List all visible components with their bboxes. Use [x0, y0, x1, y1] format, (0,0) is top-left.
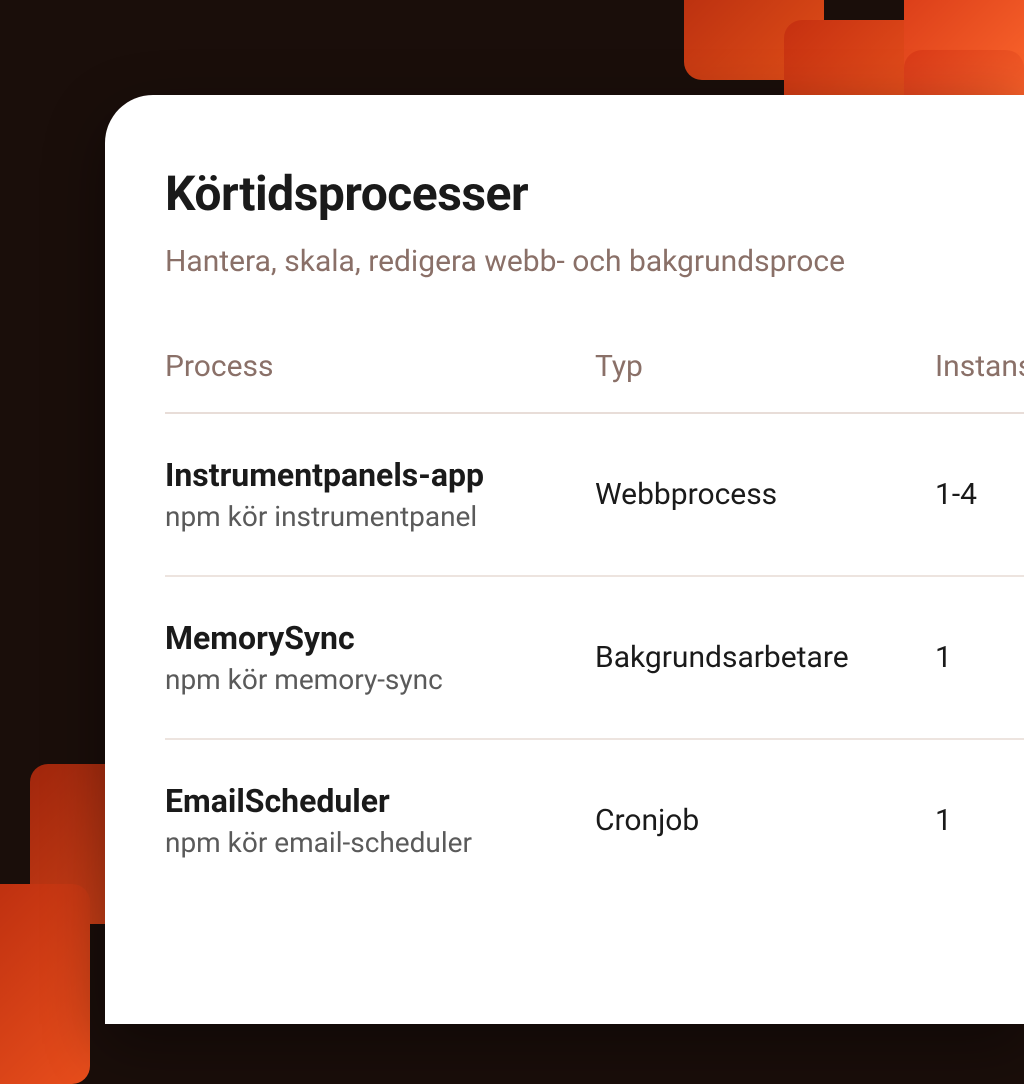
process-name: EmailScheduler: [165, 782, 595, 820]
process-command: npm kör instrumentpanel: [165, 500, 595, 533]
table-header: Process Typ Instans: [165, 349, 1024, 414]
page-title: Körtidsprocesser: [165, 165, 1024, 222]
table-row[interactable]: EmailScheduler npm kör email-scheduler C…: [165, 740, 1024, 901]
table-row[interactable]: Instrumentpanels-app npm kör instrumentp…: [165, 414, 1024, 577]
table-row[interactable]: MemorySync npm kör memory-sync Bakgrunds…: [165, 577, 1024, 740]
decorative-tile: [0, 884, 90, 1084]
page-subtitle: Hantera, skala, redigera webb- och bakgr…: [165, 244, 1024, 279]
process-instances: 1: [935, 640, 1024, 675]
process-instances: 1-4: [935, 477, 1024, 512]
process-command: npm kör email-scheduler: [165, 826, 595, 859]
process-type: Webbprocess: [595, 477, 935, 512]
column-header-type: Typ: [595, 349, 935, 384]
column-header-instances: Instans: [935, 349, 1024, 384]
process-name: MemorySync: [165, 619, 595, 657]
process-type: Cronjob: [595, 803, 935, 838]
column-header-process: Process: [165, 349, 595, 384]
process-instances: 1: [935, 803, 1024, 838]
processes-card: Körtidsprocesser Hantera, skala, rediger…: [105, 95, 1024, 1024]
processes-table: Process Typ Instans Instrumentpanels-app…: [165, 349, 1024, 901]
process-type: Bakgrundsarbetare: [595, 640, 935, 675]
process-name: Instrumentpanels-app: [165, 456, 595, 494]
process-command: npm kör memory-sync: [165, 663, 595, 696]
